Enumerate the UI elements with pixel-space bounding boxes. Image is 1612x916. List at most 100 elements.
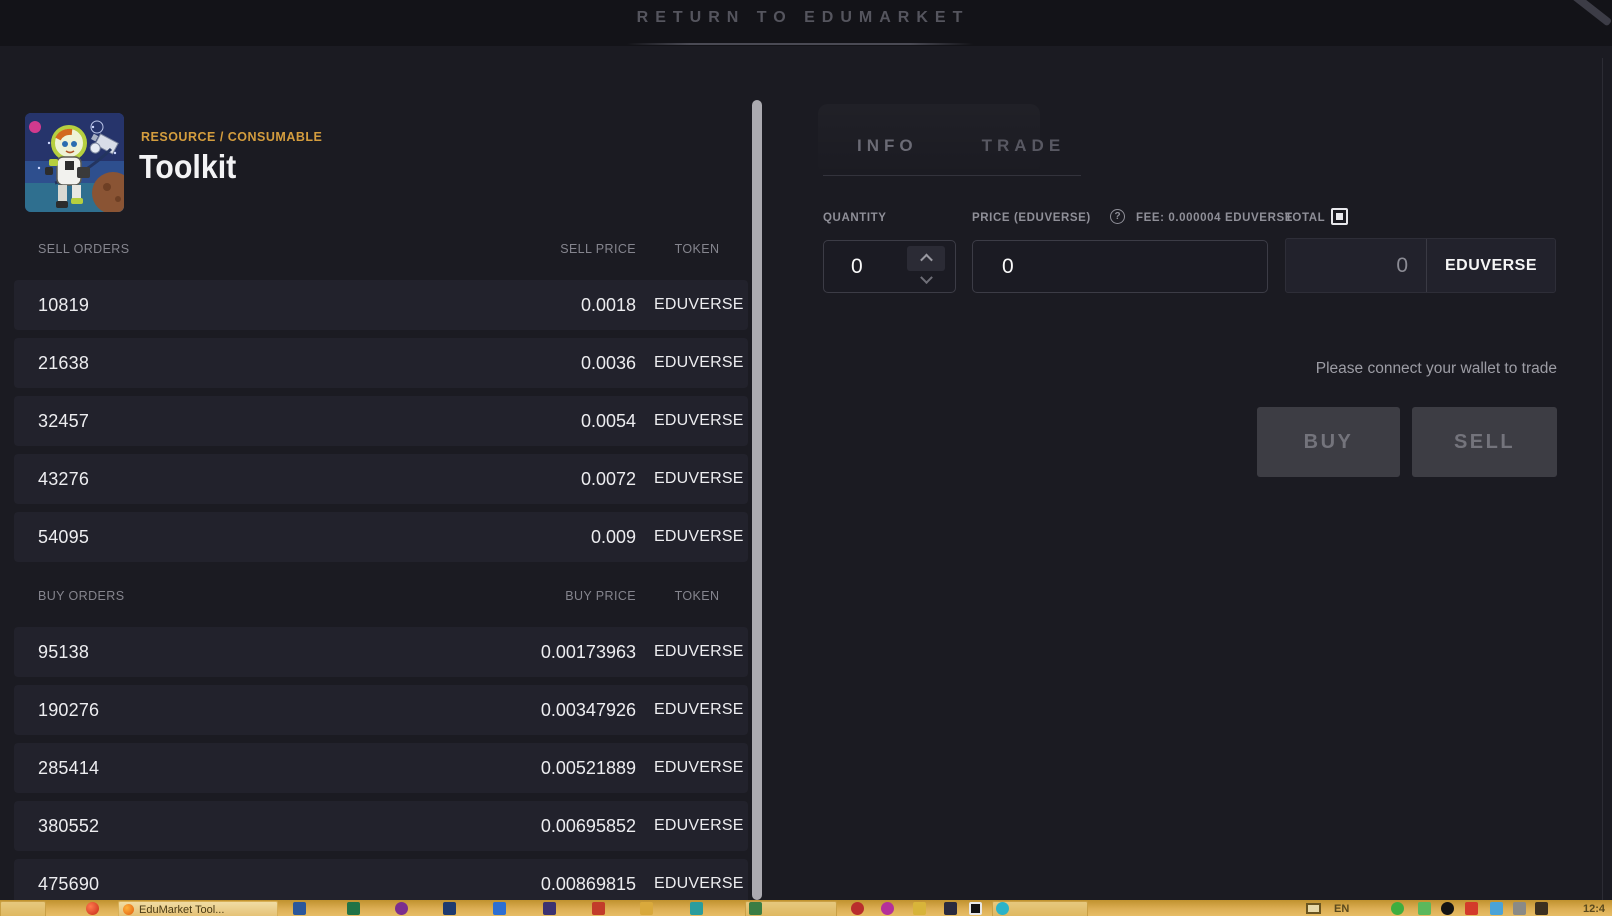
order-qty: 380552 xyxy=(38,816,496,837)
astronaut-illustration xyxy=(25,113,124,212)
order-token: EDUVERSE xyxy=(654,643,740,661)
trade-panel-tabs: INFO TRADE xyxy=(857,136,1065,156)
total-token-label: EDUVERSE xyxy=(1427,239,1555,292)
tray-green-icon[interactable] xyxy=(1391,902,1404,915)
buy-order-row[interactable]: 190276 0.00347926 EDUVERSE xyxy=(14,685,748,735)
language-indicator[interactable]: EN xyxy=(1334,903,1349,915)
gold-app-icon[interactable] xyxy=(913,902,926,915)
tray-green2-icon[interactable] xyxy=(1418,902,1431,915)
indigo-app-icon[interactable] xyxy=(543,902,556,915)
active-window-button[interactable]: EduMarket Tool... xyxy=(118,901,278,916)
sell-order-row[interactable]: 21638 0.0036 EDUVERSE xyxy=(14,338,748,388)
item-category: RESOURCE / CONSUMABLE xyxy=(141,130,322,144)
tray-gray-icon[interactable] xyxy=(1513,902,1526,915)
sell-order-row[interactable]: 10819 0.0018 EDUVERSE xyxy=(14,280,748,330)
green-app-icon[interactable] xyxy=(749,902,762,915)
active-window-title: EduMarket Tool... xyxy=(139,904,224,916)
tray-red-icon[interactable] xyxy=(1465,902,1478,915)
order-qty: 43276 xyxy=(38,469,496,490)
volume-icon[interactable] xyxy=(1535,902,1548,915)
buy-order-row[interactable]: 285414 0.00521889 EDUVERSE xyxy=(14,743,748,793)
sell-price-label: SELL PRICE xyxy=(496,242,636,256)
buy-orders-header: BUY ORDERS BUY PRICE TOKEN xyxy=(14,588,748,604)
taskbar-button[interactable] xyxy=(0,901,46,916)
order-qty: 475690 xyxy=(38,874,496,895)
browser-icon[interactable] xyxy=(86,902,99,915)
sell-orders-label: SELL ORDERS xyxy=(38,242,496,256)
tray-black-icon[interactable] xyxy=(1441,902,1454,915)
sell-order-row[interactable]: 54095 0.009 EDUVERSE xyxy=(14,512,748,562)
order-token: EDUVERSE xyxy=(654,701,740,719)
quantity-value: 0 xyxy=(851,255,863,279)
order-token: EDUVERSE xyxy=(654,759,740,777)
blue-app-icon[interactable] xyxy=(493,902,506,915)
order-price: 0.0054 xyxy=(496,411,636,432)
wallet-notice: Please connect your wallet to trade xyxy=(1100,360,1557,378)
buy-orders-list: 95138 0.00173963 EDUVERSE 190276 0.00347… xyxy=(14,627,748,916)
tab-info[interactable]: INFO xyxy=(857,136,918,156)
tab-trade[interactable]: TRADE xyxy=(982,136,1066,156)
sell-orders-header: SELL ORDERS SELL PRICE TOKEN xyxy=(14,241,748,257)
stepper-down-button[interactable] xyxy=(907,271,945,289)
buy-token-label: TOKEN xyxy=(654,589,740,603)
chevron-down-icon xyxy=(920,271,933,284)
page: RETURN TO EDUMARKET xyxy=(0,0,1612,916)
order-price: 0.00695852 xyxy=(496,816,636,837)
magenta-app-icon[interactable] xyxy=(881,902,894,915)
order-price: 0.009 xyxy=(496,527,636,548)
chevron-up-icon xyxy=(920,254,933,267)
skype-icon[interactable] xyxy=(996,902,1009,915)
price-input[interactable]: 0 xyxy=(972,240,1268,293)
order-qty: 21638 xyxy=(38,353,496,374)
navy-app-icon[interactable] xyxy=(443,902,456,915)
quantity-label: QUANTITY xyxy=(823,212,887,224)
order-qty: 190276 xyxy=(38,700,496,721)
total-checkbox-icon[interactable] xyxy=(1331,208,1348,225)
topbar-underline xyxy=(627,43,973,45)
sell-order-row[interactable]: 43276 0.0072 EDUVERSE xyxy=(14,454,748,504)
buy-orders-label: BUY ORDERS xyxy=(38,589,496,603)
sell-orders-list: 10819 0.0018 EDUVERSE 21638 0.0036 EDUVE… xyxy=(14,280,748,570)
order-qty: 54095 xyxy=(38,527,496,548)
buy-order-row[interactable]: 95138 0.00173963 EDUVERSE xyxy=(14,627,748,677)
order-price: 0.0072 xyxy=(496,469,636,490)
order-price: 0.0018 xyxy=(496,295,636,316)
folder-icon[interactable] xyxy=(640,902,653,915)
buy-button[interactable]: BUY xyxy=(1257,407,1400,477)
top-bar: RETURN TO EDUMARKET xyxy=(0,0,1612,46)
order-token: EDUVERSE xyxy=(654,354,740,372)
scrollbar[interactable] xyxy=(752,100,762,900)
order-price: 0.00347926 xyxy=(496,700,636,721)
price-value: 0 xyxy=(1002,255,1014,279)
word-icon[interactable] xyxy=(293,902,306,915)
help-icon[interactable]: ? xyxy=(1110,209,1125,224)
order-token: EDUVERSE xyxy=(654,470,740,488)
purple-app-icon[interactable] xyxy=(395,902,408,915)
excel-icon[interactable] xyxy=(347,902,360,915)
order-price: 0.00173963 xyxy=(496,642,636,663)
desktop-toggle-icon[interactable] xyxy=(1306,903,1321,914)
quantity-input[interactable]: 0 xyxy=(823,240,956,293)
order-qty: 10819 xyxy=(38,295,496,316)
item-title: Toolkit xyxy=(139,148,236,186)
buy-order-row[interactable]: 380552 0.00695852 EDUVERSE xyxy=(14,801,748,851)
sell-order-row[interactable]: 32457 0.0054 EDUVERSE xyxy=(14,396,748,446)
order-token: EDUVERSE xyxy=(654,412,740,430)
terminal-icon[interactable] xyxy=(969,902,982,915)
red-app-icon[interactable] xyxy=(592,902,605,915)
dark-app-icon[interactable] xyxy=(944,902,957,915)
order-token: EDUVERSE xyxy=(654,296,740,314)
clock-app-icon[interactable] xyxy=(851,902,864,915)
tray-keyboard-icon[interactable] xyxy=(1490,902,1503,915)
item-image xyxy=(25,113,124,212)
teal-app-icon[interactable] xyxy=(690,902,703,915)
sell-button[interactable]: SELL xyxy=(1412,407,1557,477)
order-price: 0.0036 xyxy=(496,353,636,374)
order-price: 0.00521889 xyxy=(496,758,636,779)
return-link[interactable]: RETURN TO EDUMARKET xyxy=(0,9,1606,27)
order-token: EDUVERSE xyxy=(654,817,740,835)
order-token: EDUVERSE xyxy=(654,528,740,546)
order-price: 0.00869815 xyxy=(496,874,636,895)
stepper-up-button[interactable] xyxy=(907,246,945,271)
buy-price-label: BUY PRICE xyxy=(496,589,636,603)
